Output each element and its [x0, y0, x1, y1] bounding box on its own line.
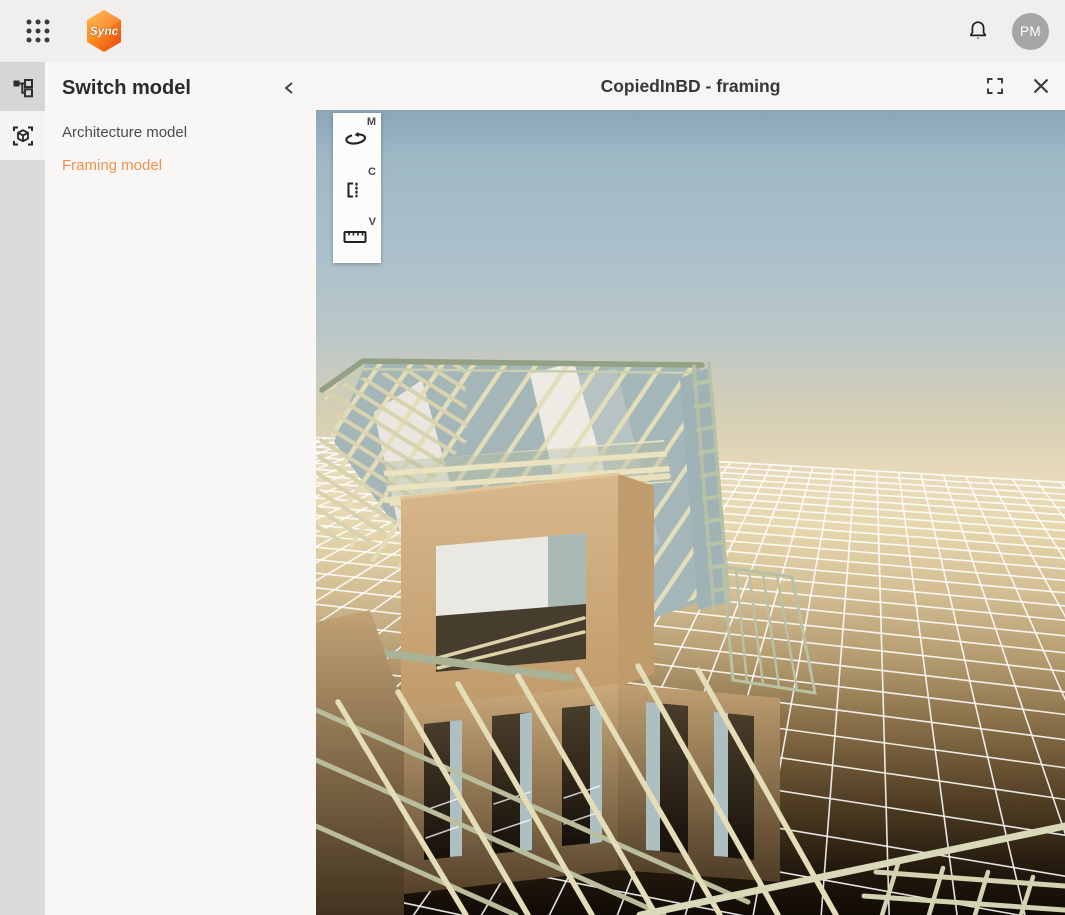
framing-model	[316, 356, 1065, 915]
orbit-icon	[343, 129, 369, 151]
orbit-tool-button[interactable]: M	[333, 113, 381, 163]
switch-model-panel: Switch model Architecture model Framing …	[45, 62, 316, 915]
sync-logo[interactable]: Sync	[84, 8, 124, 54]
close-icon	[1031, 76, 1051, 96]
rail-item-model-structure[interactable]	[0, 62, 45, 111]
viewer-toolbar: M C V	[333, 113, 381, 263]
apps-grid-icon	[25, 18, 51, 44]
measure-tool-button[interactable]: V	[333, 213, 381, 263]
main-area: Switch model Architecture model Framing …	[0, 62, 1065, 915]
orbit-tool-shortcut: M	[367, 116, 376, 128]
section-icon	[343, 179, 365, 201]
section-tool-button[interactable]: C	[333, 163, 381, 213]
model-item-architecture[interactable]: Architecture model	[45, 116, 316, 149]
model-list: Architecture model Framing model	[45, 114, 316, 182]
fullscreen-icon	[985, 76, 1005, 96]
model-viewer: CopiedInBD - framing	[316, 62, 1065, 915]
app-window: Sync PM	[0, 0, 1065, 915]
apps-grid-button[interactable]	[18, 11, 58, 51]
panel-title: Switch model	[62, 77, 191, 100]
avatar[interactable]: PM	[1012, 13, 1049, 50]
avatar-initials: PM	[1020, 24, 1041, 39]
model-structure-icon	[12, 76, 34, 98]
left-icon-rail	[0, 62, 45, 915]
bell-icon	[966, 19, 990, 43]
fullscreen-button[interactable]	[979, 70, 1011, 102]
sync-logo-text: Sync	[90, 24, 119, 38]
close-viewer-button[interactable]	[1025, 70, 1057, 102]
panel-header: Switch model	[45, 62, 316, 114]
collapse-panel-button[interactable]	[278, 76, 302, 100]
topbar: Sync PM	[0, 0, 1065, 62]
model-item-framing[interactable]: Framing model	[45, 149, 316, 182]
ruler-icon	[343, 229, 367, 245]
chevron-left-icon	[281, 79, 299, 97]
sync-logo-icon: Sync	[84, 8, 124, 54]
section-tool-shortcut: C	[368, 166, 376, 178]
viewer-actions	[979, 62, 1057, 110]
rail-item-3d-view[interactable]	[0, 111, 45, 160]
framing-model-graphic	[316, 110, 1065, 915]
3d-scene-canvas[interactable]: M C V	[316, 110, 1065, 915]
measure-tool-shortcut: V	[369, 216, 376, 228]
viewer-title: CopiedInBD - framing	[316, 62, 1065, 110]
notifications-button[interactable]	[958, 11, 998, 51]
viewer-header: CopiedInBD - framing	[316, 62, 1065, 110]
cube-scan-icon	[11, 124, 35, 148]
